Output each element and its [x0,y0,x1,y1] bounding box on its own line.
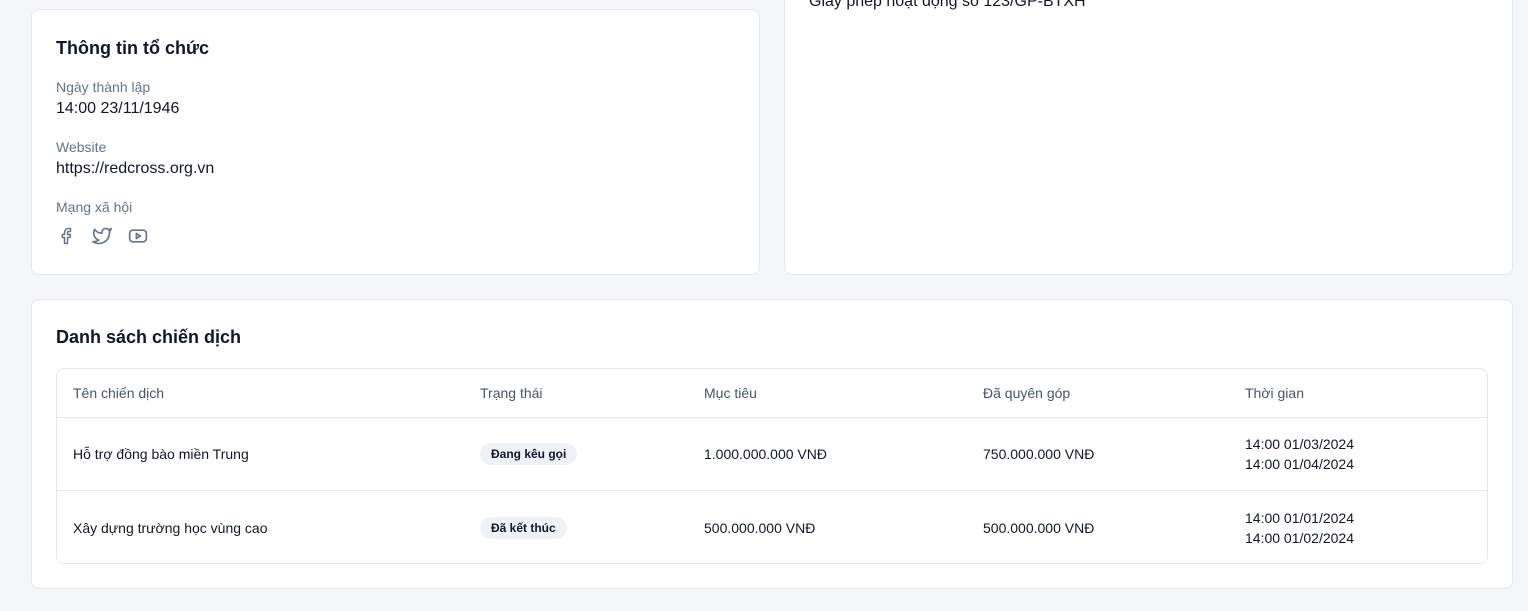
campaign-table: Tên chiến dịch Trạng thái Mục tiêu Đã qu… [56,368,1488,564]
website-label: Website [56,139,107,155]
campaign-raised: 500.000.000 VNĐ [983,519,1095,536]
founded-value: 14:00 23/11/1946 [56,100,180,117]
table-row[interactable]: Hỗ trợ đồng bào miền Trung Đang kêu gọi … [57,418,1487,491]
founded-label: Ngày thành lập [56,79,151,95]
campaign-end: 14:00 01/04/2024 [1245,456,1354,472]
social-label: Mạng xã hội [56,199,133,215]
org-info-card: Thông tin tổ chức Ngày thành lập 14:00 2… [31,9,760,275]
campaign-name[interactable]: Hỗ trợ đồng bào miền Trung [73,418,249,490]
column-header-time: Thời gian [1245,369,1304,417]
campaign-start: 14:00 01/01/2024 [1245,509,1354,526]
facebook-icon[interactable] [56,226,76,246]
table-row[interactable]: Xây dựng trường học vùng cao Đã kết thúc… [57,491,1487,563]
twitter-icon[interactable] [92,226,112,246]
status-badge: Đã kết thúc [480,516,567,539]
campaign-time: 14:00 01/03/2024 14:00 01/04/2024 [1245,418,1354,490]
column-header-name: Tên chiến dịch [73,385,165,401]
campaign-list-title: Danh sách chiến dịch [56,327,242,347]
campaign-target: 500.000.000 VNĐ [704,519,816,536]
column-header-time-label: Thời gian [1245,385,1304,401]
campaign-name[interactable]: Xây dựng trường học vùng cao [73,491,267,563]
status-cell: Đang kêu gọi [480,418,578,490]
campaign-raised: 750.000.000 VNĐ [983,446,1095,462]
status-badge: Đang kêu gọi [480,443,578,465]
table-header: Tên chiến dịch Trạng thái Mục tiêu Đã qu… [57,369,1487,418]
license-text: Giấy phép hoạt động số 123/GP-BTXH [809,0,1086,10]
license-card: Giấy phép hoạt động số 123/GP-BTXH [784,0,1513,275]
campaign-time: 14:00 01/01/2024 14:00 01/02/2024 [1245,491,1354,563]
org-info-title: Thông tin tổ chức [56,38,210,58]
campaign-end: 14:00 01/02/2024 [1245,529,1354,546]
column-header-raised: Đã quyên góp [983,385,1071,401]
column-header-status: Trạng thái [480,385,543,401]
column-header-target: Mục tiêu [704,385,757,401]
youtube-icon[interactable] [128,226,148,246]
status-cell: Đã kết thúc [480,491,567,563]
campaign-target: 1.000.000.000 VNĐ [704,446,827,462]
website-link[interactable]: https://redcross.org.vn [56,160,214,178]
social-links [56,226,148,246]
campaign-list-card: Danh sách chiến dịch Tên chiến dịch Trạn… [31,299,1513,589]
campaign-start: 14:00 01/03/2024 [1245,436,1354,452]
